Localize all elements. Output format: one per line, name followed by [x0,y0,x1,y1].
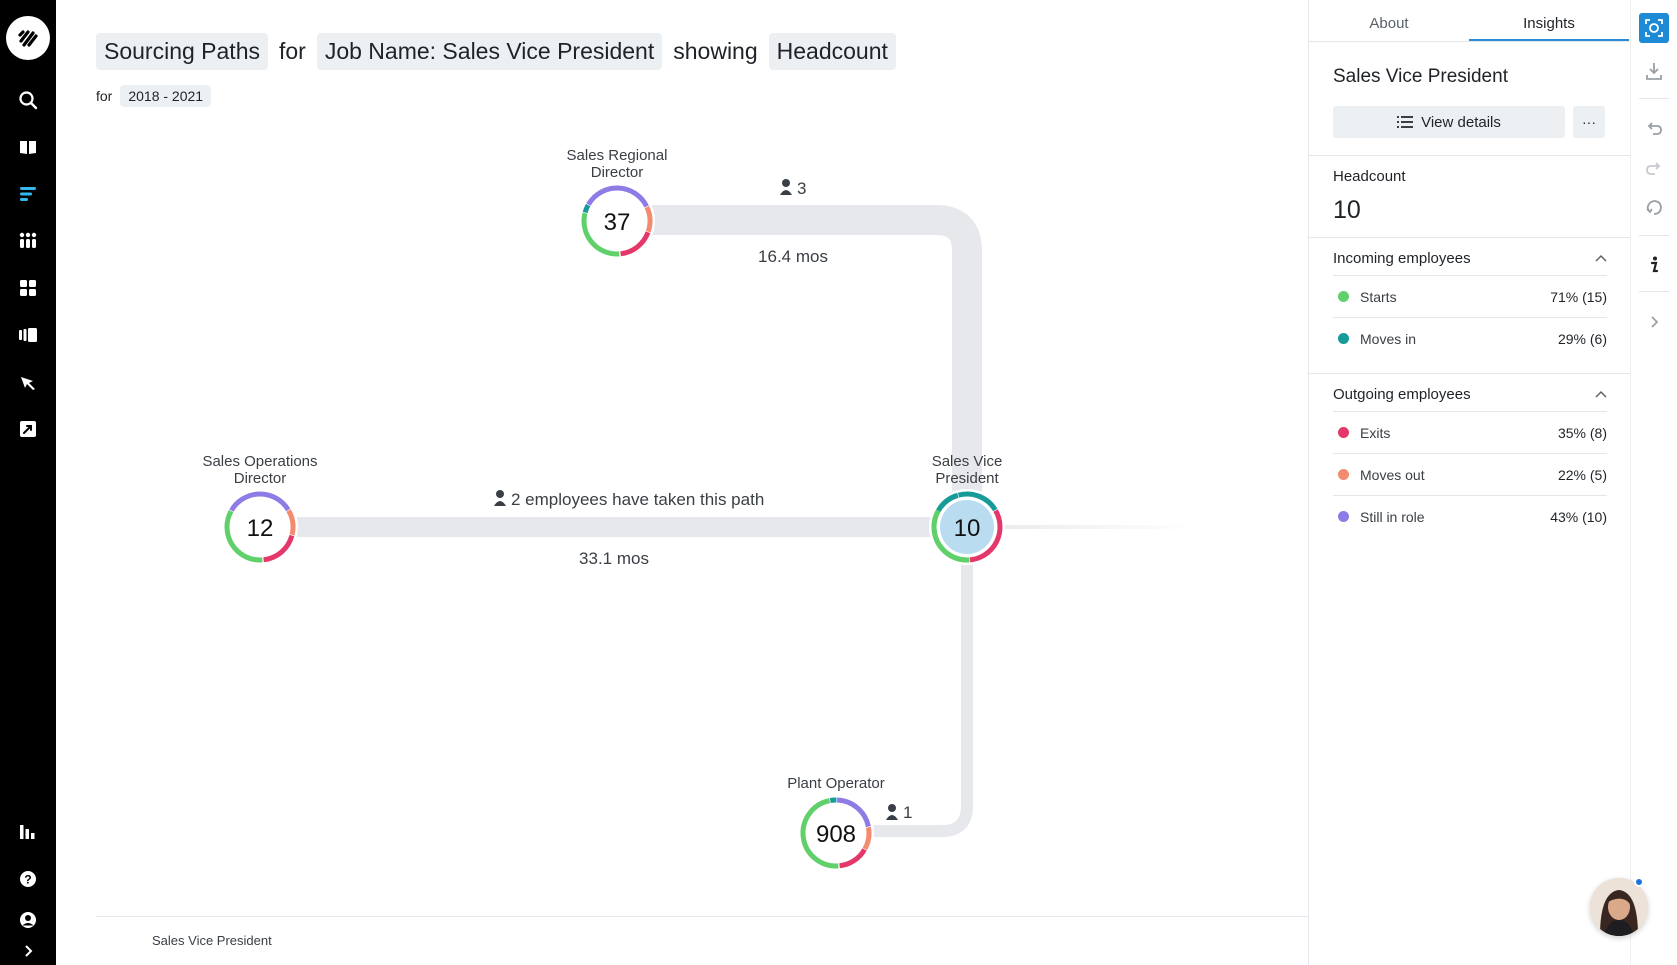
export-icon[interactable] [13,414,43,444]
left-nav: ? [0,0,56,965]
outgoing-employees-title: Outgoing employees [1333,385,1471,403]
divider [1309,237,1631,238]
edge-count-operations: 2 employees have taken this path [494,490,764,509]
sourcing-paths-diagram: 3 16.4 mos 2 employees have taken this p… [202,147,1197,871]
svg-text:Plant Operator: Plant Operator [787,775,885,792]
chevron-right-icon[interactable] [1639,307,1669,337]
help-icon[interactable]: ? [13,864,43,894]
edge-count-regional: 3 [780,179,806,198]
svg-text:3: 3 [797,179,806,198]
incoming-employees-header[interactable]: Incoming employees [1333,245,1607,271]
svg-text:Director: Director [591,164,644,181]
legend-dot-still-in-role [1338,511,1349,522]
legend-dot-moves-out [1338,469,1349,480]
svg-text:Sales Vice: Sales Vice [932,453,1003,470]
row-value: 71% (15) [1550,288,1607,305]
row-value: 22% (5) [1557,466,1607,483]
svg-text:1: 1 [903,803,912,822]
edge-duration-operations: 33.1 mos [579,549,649,568]
row-label: Exits [1360,424,1391,441]
svg-text:37: 37 [604,209,631,236]
headcount-label: Headcount [1333,168,1406,185]
node-sales-regional-director[interactable]: Sales Regional Director 37 [567,147,668,259]
insights-panel: About Insights Sales Vice President View… [1308,0,1631,965]
node-plant-operator[interactable]: Plant Operator 908 [787,775,885,871]
ring-segment [829,797,837,803]
svg-text:Sales Regional: Sales Regional [567,147,668,164]
svg-text:Director: Director [234,470,287,487]
divider [1639,98,1669,99]
cards-icon[interactable] [13,320,43,350]
svg-text:10: 10 [954,515,981,542]
list-item: Moves out 22% (5) [1333,453,1607,495]
panel-tabs: About Insights [1309,0,1631,42]
main-canvas: Sourcing Paths for Job Name: Sales Vice … [56,0,1308,965]
node-sales-operations-director[interactable]: Sales Operations Director 12 [202,453,318,565]
bar-chart-icon[interactable] [13,817,43,847]
svg-text:2 employees have taken this pa: 2 employees have taken this path [511,490,764,509]
user-icon[interactable] [13,905,43,935]
edge-duration-regional: 16.4 mos [758,247,828,266]
svg-text:?: ? [24,873,31,887]
legend-dot-starts [1338,291,1349,302]
chevron-right-icon[interactable] [13,940,43,962]
row-label: Still in role [1360,508,1425,525]
headcount-value: 10 [1333,196,1361,224]
list-item: Exits 35% (8) [1333,411,1607,453]
list-item: Moves in 29% (6) [1333,317,1607,359]
divider [1639,235,1669,236]
dashboard-icon[interactable] [13,273,43,303]
redo-icon[interactable] [1639,153,1669,183]
download-icon[interactable] [1639,56,1669,86]
incoming-employees-title: Incoming employees [1333,249,1471,267]
row-label: Starts [1360,288,1397,305]
row-label: Moves in [1360,330,1417,347]
list-item: Still in role 43% (10) [1333,495,1607,537]
row-value: 35% (8) [1557,424,1607,441]
logo-icon[interactable] [6,16,50,60]
tab-about[interactable]: About [1309,0,1469,41]
svg-text:President: President [935,470,999,487]
list-item: Starts 71% (15) [1333,275,1607,317]
svg-text:908: 908 [816,821,856,848]
chevron-up-icon [1595,390,1607,398]
paths-icon[interactable] [13,179,43,209]
view-details-label: View details [1421,113,1501,131]
search-icon[interactable] [13,85,43,115]
node-sales-vice-president[interactable]: Sales Vice President 10 [929,453,1005,565]
list-icon [1397,116,1414,128]
divider [1639,291,1669,292]
chevron-up-icon [1595,254,1607,262]
screenshot-icon[interactable] [1639,13,1669,43]
divider [1309,155,1631,156]
pen-icon[interactable] [13,367,43,397]
apps-grid-icon[interactable] [13,226,43,256]
book-icon[interactable] [13,132,43,162]
person-icon [886,804,898,820]
outgoing-employees-header[interactable]: Outgoing employees [1333,381,1607,407]
panel-title: Sales Vice President [1333,66,1508,87]
row-value: 43% (10) [1550,508,1607,525]
svg-text:12: 12 [247,515,274,542]
right-toolbar [1630,0,1677,965]
breadcrumb[interactable]: Sales Vice President [152,933,272,948]
more-options-button[interactable]: ··· [1573,106,1605,138]
tab-insights[interactable]: Insights [1469,0,1629,41]
person-icon [780,179,792,195]
edge-count-plant: 1 [886,803,912,822]
info-icon[interactable] [1639,250,1669,280]
reset-icon[interactable] [1639,193,1669,223]
svg-text:Sales Operations: Sales Operations [202,453,317,470]
view-details-button[interactable]: View details [1333,106,1565,138]
footer-divider [96,916,1308,917]
ring-segment [582,203,591,214]
divider [1309,373,1631,374]
person-icon [494,490,506,506]
legend-dot-exits [1338,427,1349,438]
row-label: Moves out [1360,466,1425,483]
undo-icon[interactable] [1639,113,1669,143]
legend-dot-moves-in [1338,333,1349,344]
notification-dot [1634,877,1644,887]
row-value: 29% (6) [1557,330,1607,347]
